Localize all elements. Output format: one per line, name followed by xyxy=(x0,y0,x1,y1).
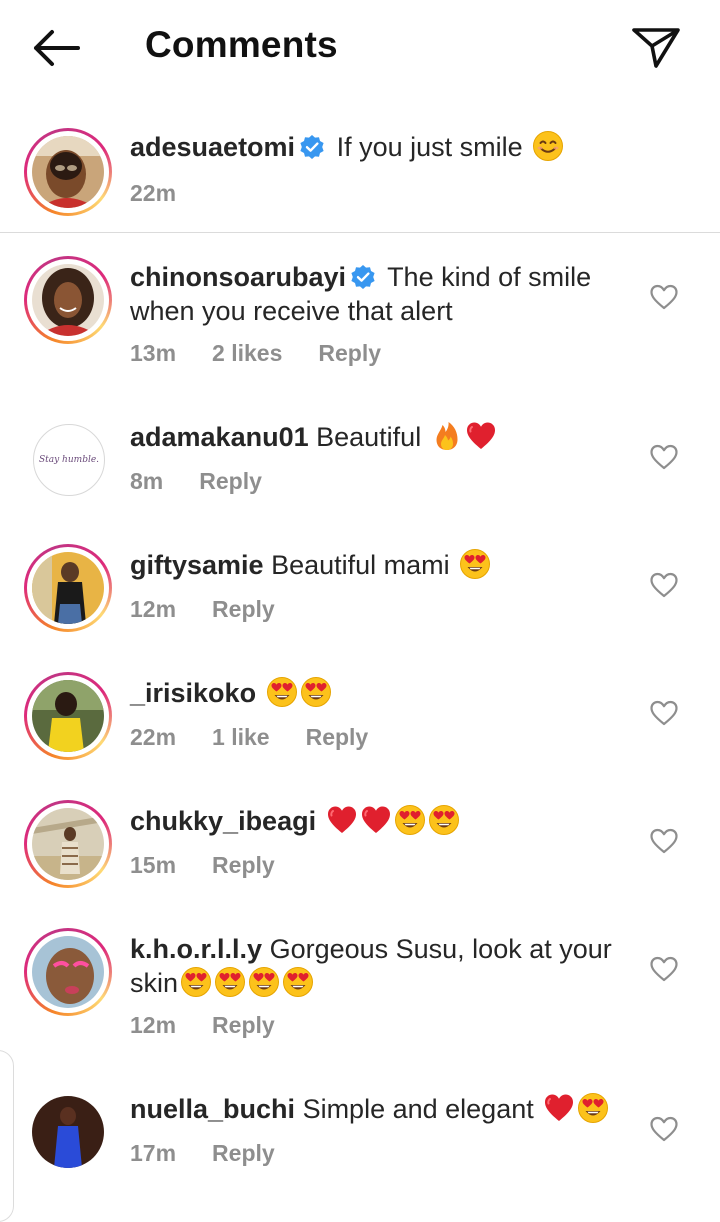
comment-meta: 12m Reply xyxy=(130,1012,311,1039)
page-title: Comments xyxy=(145,24,338,65)
caption-time: 22m xyxy=(130,180,177,206)
heart-eyes-emoji-icon xyxy=(577,1092,609,1124)
caption-text: adesuaetomi If you just smile xyxy=(130,130,690,164)
heart-eyes-emoji-icon xyxy=(248,966,280,998)
comment-username[interactable]: chukky_ibeagi xyxy=(130,806,316,836)
avatar[interactable] xyxy=(24,800,112,888)
comment-username[interactable]: giftysamie xyxy=(130,550,264,580)
top-bar: Comments xyxy=(0,0,720,96)
comment-meta: 22m 1 like Reply xyxy=(130,724,404,751)
heart-eyes-emoji-icon xyxy=(459,548,491,580)
comment-username[interactable]: chinonsoarubayi xyxy=(130,262,346,292)
comment-text: nuella_buchi Simple and elegant xyxy=(130,1092,630,1126)
avatar[interactable] xyxy=(24,256,112,344)
red-heart-emoji-icon xyxy=(543,1092,575,1124)
like-count[interactable]: 2 likes xyxy=(212,340,282,366)
heart-outline-icon[interactable] xyxy=(650,444,678,470)
comment-username[interactable]: nuella_buchi xyxy=(130,1094,295,1124)
comment-time: 17m xyxy=(130,1140,177,1166)
avatar[interactable] xyxy=(24,928,112,1016)
heart-outline-icon[interactable] xyxy=(650,956,678,982)
edge-panel-handle[interactable] xyxy=(0,1050,14,1222)
paper-plane-icon[interactable] xyxy=(630,24,682,72)
comment-body: Beautiful mami xyxy=(271,550,450,580)
heart-outline-icon[interactable] xyxy=(650,284,678,310)
heart-eyes-emoji-icon xyxy=(214,966,246,998)
red-heart-emoji-icon xyxy=(465,420,497,452)
reply-button[interactable]: Reply xyxy=(212,1140,275,1166)
comment-username[interactable]: _irisikoko xyxy=(130,678,256,708)
caption-meta: 22m xyxy=(130,180,212,207)
comment-item: chinonsoarubayi The kind of smile when y… xyxy=(0,256,720,386)
heart-outline-icon[interactable] xyxy=(650,700,678,726)
comment-time: 15m xyxy=(130,852,177,878)
heart-eyes-emoji-icon xyxy=(282,966,314,998)
heart-outline-icon[interactable] xyxy=(650,572,678,598)
comment-meta: 12m Reply xyxy=(130,596,311,623)
comment-time: 8m xyxy=(130,468,164,494)
avatar[interactable] xyxy=(32,1096,104,1168)
heart-eyes-emoji-icon xyxy=(394,804,426,836)
reply-button[interactable]: Reply xyxy=(199,468,262,494)
comment-body: Beautiful xyxy=(316,422,422,452)
smiling-face-emoji-icon xyxy=(532,130,564,162)
red-heart-emoji-icon xyxy=(326,804,358,836)
comment-text: chinonsoarubayi The kind of smile when y… xyxy=(130,260,630,328)
comment-text: k.h.o.r.l.l.y Gorgeous Susu, look at you… xyxy=(130,932,630,1000)
comment-meta: 15m Reply xyxy=(130,852,311,879)
heart-outline-icon[interactable] xyxy=(650,828,678,854)
reply-button[interactable]: Reply xyxy=(318,340,381,366)
heart-eyes-emoji-icon xyxy=(428,804,460,836)
verified-badge-icon xyxy=(299,134,325,160)
comment-time: 13m xyxy=(130,340,177,366)
caption-body: If you just smile xyxy=(336,132,523,162)
comment-item: giftysamie Beautiful mami 12m Reply xyxy=(0,544,720,634)
comment-time: 22m xyxy=(130,724,177,750)
comment-text: chukky_ibeagi xyxy=(130,804,630,838)
avatar[interactable]: Stay humble. xyxy=(33,424,105,496)
avatar[interactable] xyxy=(24,128,112,216)
reply-button[interactable]: Reply xyxy=(212,1012,275,1038)
post-caption: adesuaetomi If you just smile 22m xyxy=(0,110,720,233)
comment-body: Simple and elegant xyxy=(302,1094,534,1124)
verified-badge-icon xyxy=(350,264,376,290)
fire-emoji-icon xyxy=(431,420,463,452)
like-count[interactable]: 1 like xyxy=(212,724,270,750)
red-heart-emoji-icon xyxy=(360,804,392,836)
reply-button[interactable]: Reply xyxy=(306,724,369,750)
comment-text: giftysamie Beautiful mami xyxy=(130,548,630,582)
comment-text: adamakanu01 Beautiful xyxy=(130,420,630,454)
comment-meta: 8m Reply xyxy=(130,468,298,495)
reply-button[interactable]: Reply xyxy=(212,596,275,622)
comment-username[interactable]: adamakanu01 xyxy=(130,422,309,452)
comment-time: 12m xyxy=(130,1012,177,1038)
avatar-text: Stay humble. xyxy=(38,455,100,465)
caption-username[interactable]: adesuaetomi xyxy=(130,132,295,162)
heart-eyes-emoji-icon xyxy=(300,676,332,708)
reply-button[interactable]: Reply xyxy=(212,852,275,878)
heart-outline-icon[interactable] xyxy=(650,1116,678,1142)
comment-meta: 17m Reply xyxy=(130,1140,311,1167)
comment-item: k.h.o.r.l.l.y Gorgeous Susu, look at you… xyxy=(0,928,720,1048)
comment-item: _irisikoko 22m 1 like Reply xyxy=(0,672,720,762)
comment-meta: 13m 2 likes Reply xyxy=(130,340,417,367)
comment-item: Stay humble. adamakanu01 Beautiful 8m Rep… xyxy=(0,420,720,510)
avatar[interactable] xyxy=(24,544,112,632)
heart-eyes-emoji-icon xyxy=(266,676,298,708)
avatar[interactable] xyxy=(24,672,112,760)
comment-item: chukky_ibeagi 15m Reply xyxy=(0,800,720,890)
comment-username[interactable]: k.h.o.r.l.l.y xyxy=(130,934,262,964)
comment-item: nuella_buchi Simple and elegant 17m Reply xyxy=(0,1088,720,1178)
heart-eyes-emoji-icon xyxy=(180,966,212,998)
comment-time: 12m xyxy=(130,596,177,622)
comment-text: _irisikoko xyxy=(130,676,630,710)
back-arrow-icon[interactable] xyxy=(30,28,82,68)
